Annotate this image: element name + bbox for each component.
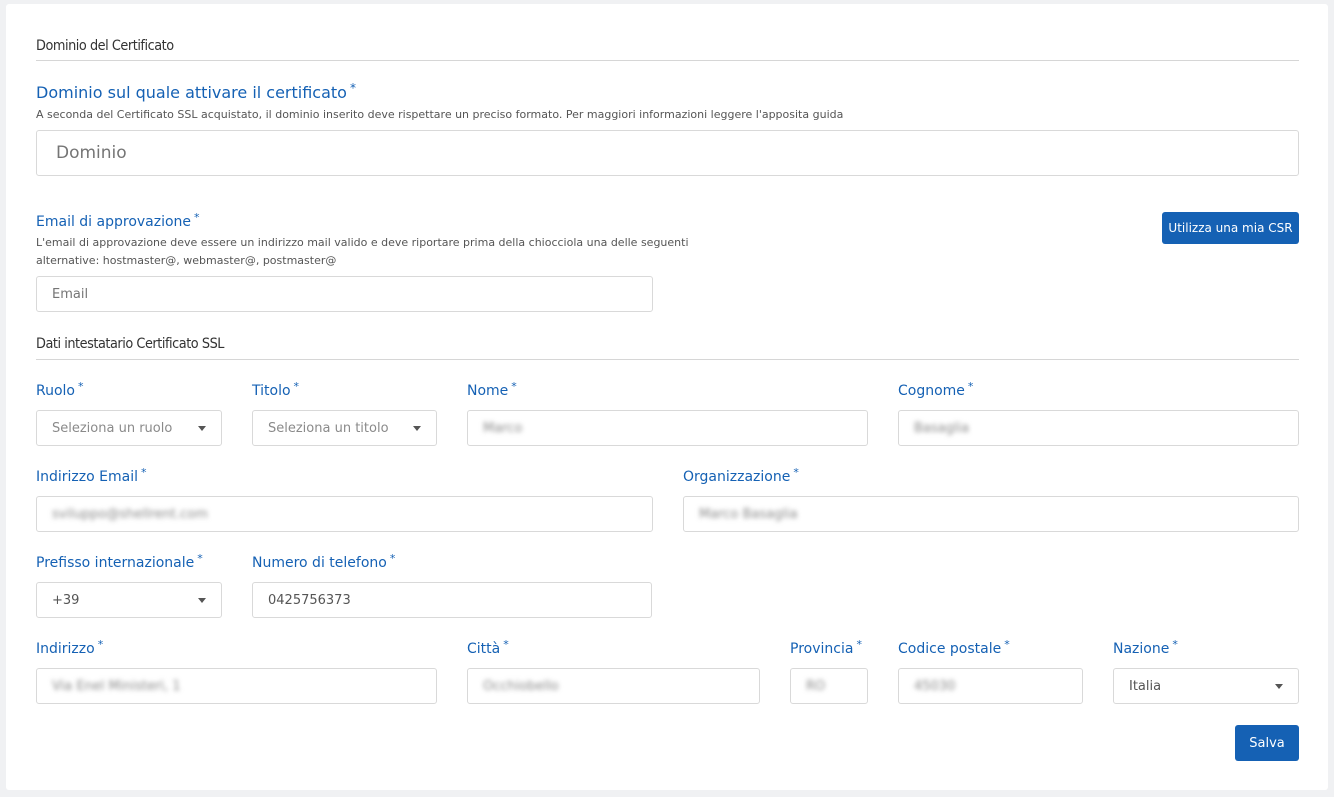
organizzazione-input[interactable]: Marco Basaglia [683, 496, 1299, 532]
indirizzo-label: Indirizzo * [36, 638, 104, 657]
approval-email-help-line2: alternative: hostmaster@, webmaster@, po… [36, 254, 337, 267]
domain-label: Dominio sul quale attivare il certificat… [36, 81, 356, 102]
nome-label: Nome * [467, 380, 517, 399]
approval-email-label: Email di approvazione * [36, 211, 200, 230]
approval-email-help-line1: L'email di approvazione deve essere un i… [36, 236, 689, 249]
prefisso-label: Prefisso internazionale * [36, 552, 203, 571]
nazione-label: Nazione * [1113, 638, 1178, 657]
chevron-down-icon [198, 597, 206, 603]
section-title-holder: Dati intestatario Certificato SSL [36, 336, 224, 352]
nome-input[interactable]: Marco [467, 410, 868, 446]
indirizzo-input[interactable]: Via Enel Ministeri, 1 [36, 668, 437, 704]
provincia-label: Provincia * [790, 638, 862, 657]
use-my-csr-button[interactable]: Utilizza una mia CSR [1162, 212, 1299, 244]
chevron-down-icon [413, 425, 421, 431]
cognome-label: Cognome * [898, 380, 974, 399]
section-divider [36, 60, 1299, 61]
chevron-down-icon [1275, 683, 1283, 689]
domain-help-text: A seconda del Certificato SSL acquistato… [36, 108, 844, 121]
telefono-input[interactable]: 0425756373 [252, 582, 652, 618]
cap-label: Codice postale * [898, 638, 1010, 657]
section-divider [36, 359, 1299, 360]
telefono-label: Numero di telefono * [252, 552, 396, 571]
indirizzo-email-label: Indirizzo Email * [36, 466, 147, 485]
form-card: Dominio del Certificato Dominio sul qual… [6, 4, 1328, 790]
save-button[interactable]: Salva [1235, 725, 1299, 761]
section-title-domain: Dominio del Certificato [36, 38, 174, 54]
citta-input[interactable]: Occhiobello [467, 668, 760, 704]
cognome-input[interactable]: Basaglia [898, 410, 1299, 446]
prefisso-select[interactable]: +39 [36, 582, 222, 618]
provincia-input[interactable]: RO [790, 668, 868, 704]
ruolo-select[interactable]: Seleziona un ruolo [36, 410, 222, 446]
nazione-select[interactable]: Italia [1113, 668, 1299, 704]
approval-email-input[interactable] [36, 276, 653, 312]
citta-label: Città * [467, 638, 509, 657]
domain-input[interactable] [36, 130, 1299, 176]
titolo-label: Titolo * [252, 380, 300, 399]
chevron-down-icon [198, 425, 206, 431]
ruolo-label: Ruolo * [36, 380, 84, 399]
organizzazione-label: Organizzazione * [683, 466, 799, 485]
indirizzo-email-input[interactable]: sviluppo@shellrent.com [36, 496, 653, 532]
titolo-select[interactable]: Seleziona un titolo [252, 410, 437, 446]
cap-input[interactable]: 45030 [898, 668, 1083, 704]
